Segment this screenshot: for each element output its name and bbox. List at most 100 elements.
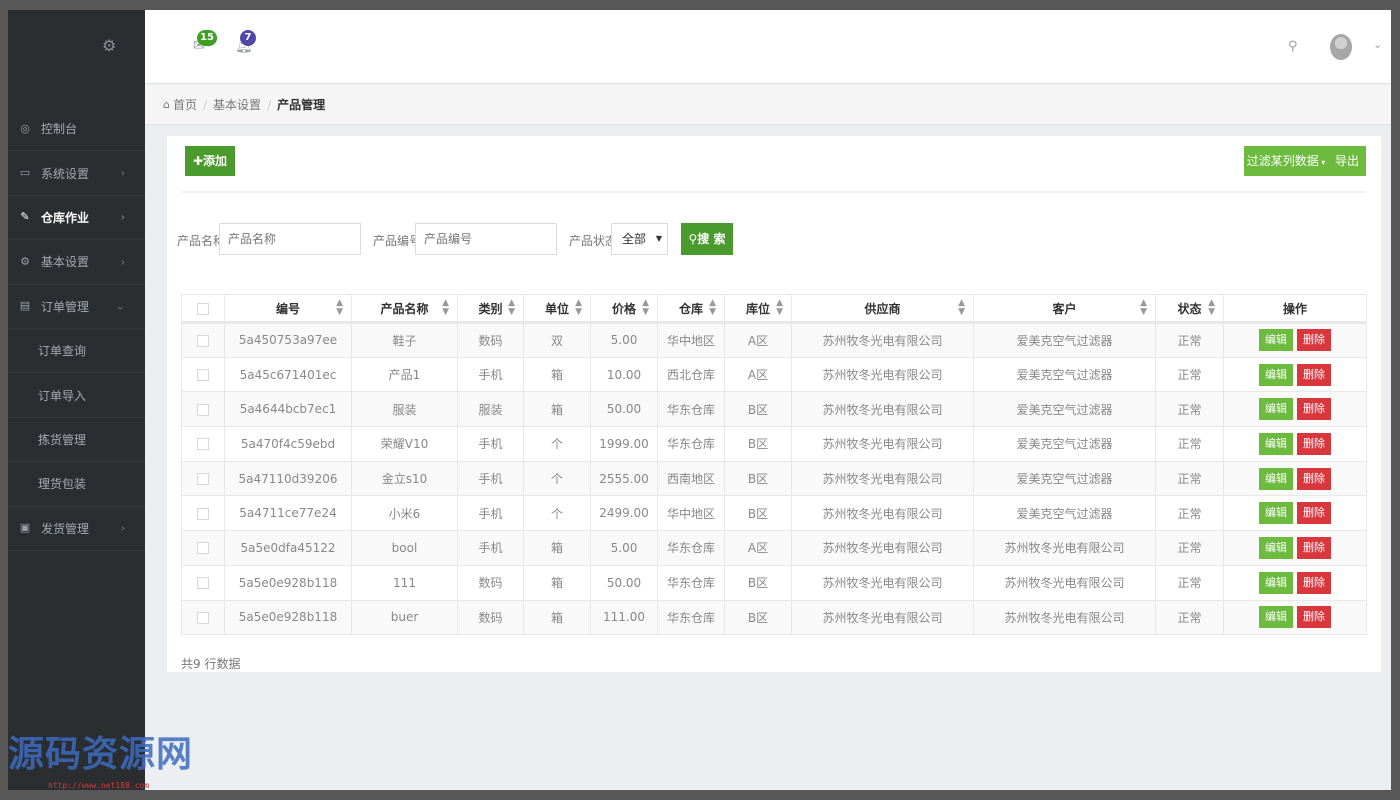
column-header-name[interactable]: 产品名称 ▲ ▼: [351, 294, 458, 324]
cell-status: 正常: [1155, 426, 1224, 462]
edit-button[interactable]: 编辑: [1259, 363, 1293, 386]
cell-status: 正常: [1155, 564, 1224, 601]
edit-button[interactable]: 编辑: [1259, 571, 1293, 594]
edit-button[interactable]: 编辑: [1259, 502, 1293, 525]
breadcrumb-current: 产品管理: [277, 98, 326, 112]
cell-name: 鞋子: [351, 322, 458, 358]
column-header-warehouse[interactable]: 仓库 ▲ ▼: [657, 294, 725, 324]
breadcrumb-home[interactable]: 首页: [173, 96, 197, 113]
cell-category: 手机: [457, 530, 524, 566]
edit-button[interactable]: 编辑: [1259, 536, 1293, 559]
avatar[interactable]: [1330, 34, 1352, 60]
export-button-label: 导出: [1334, 154, 1359, 168]
column-header-label: 库位: [745, 301, 770, 316]
row-checkbox[interactable]: [197, 542, 209, 555]
cell-name: 服装: [351, 391, 458, 428]
cell-status: 正常: [1155, 599, 1224, 636]
search-icon[interactable]: ⚲: [1288, 39, 1298, 54]
row-select-cell: [181, 426, 225, 462]
delete-button[interactable]: 删除: [1297, 363, 1331, 386]
sidebar-item-label: 系统设置: [41, 166, 90, 181]
add-button[interactable]: ✚添加: [185, 146, 235, 176]
cell-category: 数码: [457, 564, 524, 601]
cell-price: 50.00: [590, 391, 658, 428]
cell-name: 产品1: [351, 356, 458, 393]
cell-customer: 爱美克空气过滤器: [973, 495, 1156, 532]
delete-button[interactable]: 删除: [1297, 606, 1331, 629]
table-body: 5a450753a97ee 鞋子 数码双 5.00 华中地区 A区 苏州牧冬光电有限公司 爱美…: [181, 322, 1367, 636]
sidebar-item-basic-settings[interactable]: ⚙ 基本设置 ›: [8, 240, 145, 285]
row-checkbox[interactable]: [197, 577, 209, 590]
sidebar-subitem-order-import[interactable]: 订单导入: [8, 373, 145, 418]
delete-button[interactable]: 删除: [1297, 467, 1331, 490]
delete-button[interactable]: 删除: [1297, 398, 1331, 421]
sidebar-item-shipping[interactable]: ▣ 发货管理 ›: [8, 507, 145, 551]
settings-gear-icon[interactable]: ⚙: [102, 38, 118, 54]
edit-button[interactable]: 编辑: [1259, 432, 1293, 455]
notification-count-badge: 7: [240, 30, 256, 46]
row-actions-cell: 编辑 删除: [1223, 460, 1367, 497]
select-all-checkbox[interactable]: [197, 302, 209, 315]
cell-price: 10.00: [590, 356, 658, 393]
caret-down-icon: ▾: [1318, 158, 1326, 167]
cell-code: 5a4711ce77e24: [224, 495, 352, 532]
delete-button[interactable]: 删除: [1297, 432, 1331, 455]
breadcrumb-separator: /: [203, 97, 208, 112]
select-all-header[interactable]: [181, 294, 225, 324]
breadcrumb-basic-settings[interactable]: 基本设置: [213, 96, 261, 113]
product-name-input[interactable]: [219, 223, 361, 255]
sidebar-item-label: 仓库作业: [41, 210, 90, 225]
sidebar-item-label: 基本设置: [41, 255, 90, 270]
cell-price: 2499.00: [590, 495, 658, 532]
filter-columns-button[interactable]: 过滤某列数据 ▾: [1244, 146, 1328, 176]
sidebar-subitem-picking[interactable]: 拣货管理: [8, 418, 145, 463]
column-header-status[interactable]: 状态 ▲ ▼: [1155, 294, 1224, 324]
row-checkbox[interactable]: [197, 403, 209, 416]
column-header-supplier[interactable]: 供应商 ▲ ▼: [791, 294, 974, 324]
product-code-input[interactable]: [415, 223, 557, 255]
sidebar-subitem-order-query[interactable]: 订单查询: [8, 329, 145, 374]
delete-button[interactable]: 删除: [1297, 571, 1331, 594]
cell-location: B区: [724, 599, 792, 636]
delete-button[interactable]: 删除: [1297, 536, 1331, 559]
column-header-location[interactable]: 库位 ▲ ▼: [724, 294, 792, 324]
column-header-category[interactable]: 类别 ▲ ▼: [457, 294, 524, 324]
row-checkbox[interactable]: [197, 334, 209, 347]
sidebar-item-warehouse-ops[interactable]: ✎ 仓库作业 ›: [8, 196, 145, 241]
column-header-code[interactable]: 编号 ▲ ▼: [224, 294, 352, 324]
delete-button[interactable]: 删除: [1297, 329, 1331, 352]
edit-button[interactable]: 编辑: [1259, 329, 1293, 352]
sidebar-item-order-management[interactable]: ▤ 订单管理 ⌄: [8, 285, 145, 329]
mail-count-badge: 15: [197, 30, 217, 46]
cell-status: 正常: [1155, 530, 1224, 566]
sidebar-item-system-settings[interactable]: ▭ 系统设置 ›: [8, 151, 145, 196]
product-status-select[interactable]: 全部 ▼: [611, 223, 668, 255]
delete-button[interactable]: 删除: [1297, 502, 1331, 525]
sidebar-subitem-packing[interactable]: 理货包装: [8, 462, 145, 507]
row-checkbox[interactable]: [197, 438, 209, 451]
cell-category: 服装: [457, 391, 524, 428]
cell-code: 5a45c671401ec: [224, 356, 352, 393]
row-checkbox[interactable]: [197, 611, 209, 624]
column-header-unit[interactable]: 单位 ▲ ▼: [523, 294, 591, 324]
row-checkbox[interactable]: [197, 473, 209, 486]
export-button[interactable]: 导出: [1328, 146, 1366, 176]
product-status-label: 产品状态: [569, 234, 618, 248]
cell-supplier: 苏州牧冬光电有限公司: [791, 530, 974, 566]
edit-button[interactable]: 编辑: [1259, 467, 1293, 490]
row-actions-cell: 编辑 删除: [1223, 599, 1367, 636]
breadcrumb-separator: /: [267, 97, 272, 112]
table-row: 5a5e0e928b118 buer 数码箱 111.00 华东仓库 B区 苏州牧冬光电有限…: [181, 599, 1367, 636]
cell-code: 5a450753a97ee: [224, 322, 352, 358]
row-checkbox[interactable]: [197, 507, 209, 520]
column-header-price[interactable]: 价格 ▲ ▼: [590, 294, 658, 324]
sidebar-item-dashboard[interactable]: ◎ 控制台: [8, 107, 145, 152]
column-header-customer[interactable]: 客户 ▲ ▼: [973, 294, 1156, 324]
edit-button[interactable]: 编辑: [1259, 606, 1293, 629]
row-checkbox[interactable]: [197, 369, 209, 382]
chevron-down-icon[interactable]: ⌄: [1373, 38, 1382, 51]
edit-button[interactable]: 编辑: [1259, 398, 1293, 421]
search-button[interactable]: ⚲搜 索: [681, 223, 733, 255]
cell-warehouse: 华东仓库: [657, 564, 725, 601]
chevron-right-icon: ›: [120, 521, 125, 535]
